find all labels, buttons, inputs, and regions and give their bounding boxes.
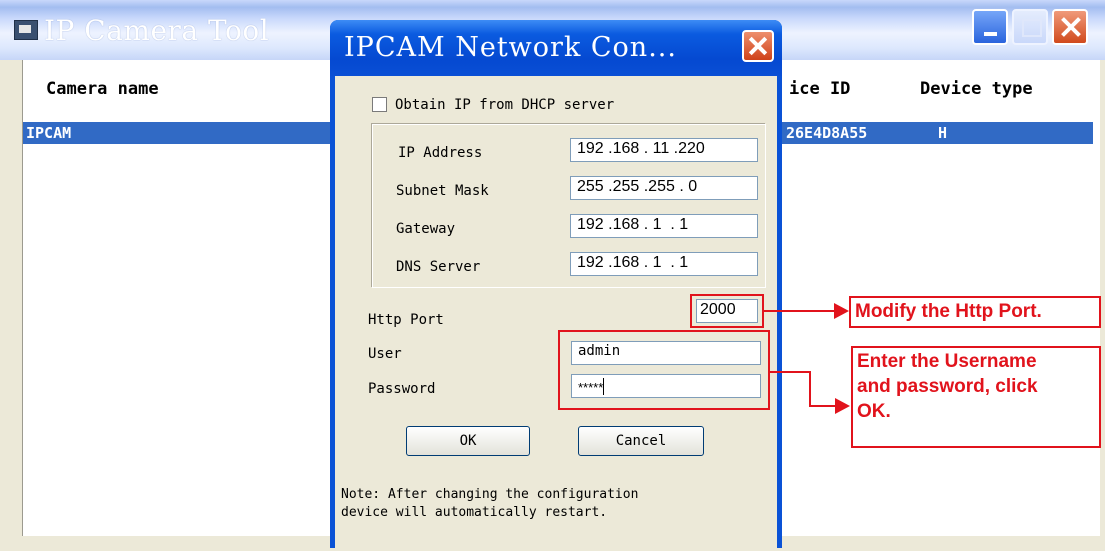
callout-credentials: Enter the Username and password, click O… (851, 346, 1101, 448)
camera-row-name: IPCAM (26, 124, 72, 142)
subnet-mask-field[interactable]: 255 .255 .255 . 0 (570, 176, 758, 200)
column-header-camera-name[interactable]: Camera name (46, 79, 159, 99)
camera-row-device-type: H (938, 124, 948, 142)
password-label: Password (368, 381, 436, 397)
http-port-label: Http Port (368, 312, 444, 328)
dialog-titlebar: IPCAM Network Con... (330, 20, 782, 76)
camera-row-device-id: 26E4D8A55 (786, 124, 868, 142)
callout-credentials-line-2: and password, click (857, 376, 1038, 397)
dhcp-label: Obtain IP from DHCP server (395, 97, 615, 113)
arrow-right-icon (834, 303, 849, 319)
ok-button[interactable]: OK (406, 426, 530, 456)
callout-http-port: Modify the Http Port. (849, 296, 1101, 328)
credentials-highlight (558, 330, 770, 410)
ip-address-field[interactable]: 192 .168 . 11 .220 (570, 138, 758, 162)
minimize-icon[interactable] (972, 9, 1008, 45)
dhcp-checkbox[interactable] (372, 97, 387, 112)
ip-address-label: IP Address (398, 145, 483, 161)
user-label: User (368, 346, 402, 362)
dialog-title: IPCAM Network Con... (344, 32, 677, 63)
note-line-2: device will automatically restart. (341, 505, 608, 520)
gateway-field[interactable]: 192 .168 . 1 . 1 (570, 214, 758, 238)
credentials-arrow-line-1 (770, 371, 810, 373)
http-port-highlight (690, 294, 764, 328)
main-window-title: IP Camera Tool (44, 14, 270, 47)
close-icon[interactable] (1052, 9, 1088, 45)
restart-note: Note: After changing the configuration d… (341, 486, 638, 522)
credentials-arrow-vline (809, 371, 811, 407)
note-line-1: Note: After changing the configuration (341, 487, 639, 502)
column-header-device-type[interactable]: Device type (920, 79, 1033, 99)
http-port-arrow-line (764, 310, 836, 312)
dns-server-label: DNS Server (396, 259, 481, 275)
dns-server-field[interactable]: 192 .168 . 1 . 1 (570, 252, 758, 276)
maximize-icon (1012, 9, 1048, 45)
cancel-button[interactable]: Cancel (578, 426, 704, 456)
arrow-right-icon (835, 398, 850, 414)
column-header-device-id[interactable]: ice ID (789, 79, 850, 99)
callout-credentials-line-1: Enter the Username (857, 351, 1037, 372)
credentials-arrow-line-2 (809, 405, 837, 407)
gateway-label: Gateway (396, 221, 456, 237)
app-icon (14, 20, 38, 40)
dialog-close-icon[interactable] (742, 30, 774, 62)
subnet-mask-label: Subnet Mask (396, 183, 489, 199)
callout-credentials-line-3: OK. (857, 401, 891, 422)
